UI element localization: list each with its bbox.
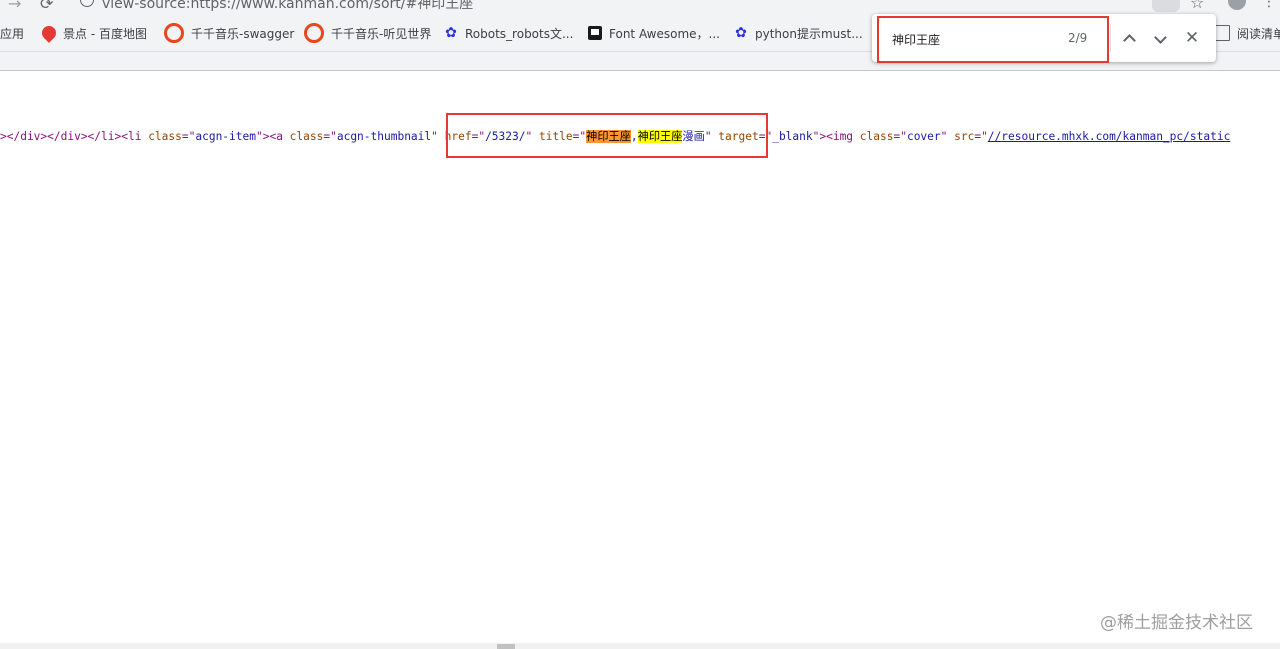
source-token: class — [289, 130, 324, 143]
qianqian-icon — [304, 23, 324, 43]
bookmark-label: 阅读清单 — [1237, 26, 1280, 41]
bookmark-reading-list[interactable]: 阅读清单 — [1214, 24, 1280, 42]
source-token: =" — [974, 130, 988, 143]
highlight-box-find — [877, 16, 1109, 63]
extension-button[interactable] — [1152, 0, 1180, 12]
source-token: src — [954, 130, 975, 143]
find-previous-button[interactable] — [1117, 26, 1141, 50]
bookmark-star-icon[interactable]: ☆ — [1190, 0, 1204, 12]
bookmark-qianqian-home[interactable]: 千千音乐-听见世界 — [304, 23, 432, 43]
source-token: acgn-item — [195, 130, 256, 143]
source-token: acgn-thumbnail — [336, 130, 432, 143]
bookmark-font-awesome[interactable]: Font Awesome，... — [588, 24, 720, 42]
source-token: class — [148, 130, 182, 143]
map-pin-icon — [39, 23, 59, 43]
find-close-button[interactable]: ✕ — [1180, 26, 1204, 50]
flag-icon — [588, 26, 602, 40]
profile-avatar[interactable] — [1228, 0, 1246, 10]
baidu-paw-icon: ✿ — [445, 25, 457, 41]
bookmark-label: Font Awesome，... — [609, 26, 720, 41]
forward-icon[interactable]: → — [8, 0, 21, 13]
divider — [1110, 24, 1111, 52]
menu-icon[interactable]: ⋮ — [1262, 0, 1276, 10]
source-token: ></div></div></li><li — [0, 130, 149, 143]
source-token: cover — [906, 130, 941, 143]
source-token: _blank — [772, 130, 813, 143]
reading-list-icon — [1214, 25, 1230, 41]
bookmark-label: 千千音乐-听见世界 — [331, 26, 432, 41]
chevron-up-icon — [1122, 34, 1136, 47]
watermark: @稀土掘金技术社区 — [1100, 613, 1253, 633]
source-link[interactable]: //resource.mhxk.com/kanman_pc/static — [988, 130, 1230, 143]
source-token: "><a — [255, 130, 290, 143]
source-token: =" — [893, 130, 907, 143]
bookmark-label: 千千音乐-swagger — [191, 26, 295, 41]
browser-toolbar: → ⟳ view-source:https://www.kanman.com/s… — [0, 0, 1280, 14]
qianqian-icon — [164, 23, 184, 43]
bookmark-apps[interactable]: 应用 — [0, 24, 24, 42]
horizontal-scrollbar[interactable] — [0, 643, 1280, 649]
source-token: "><img — [812, 130, 860, 143]
source-token: " — [940, 130, 955, 143]
baidu-paw-icon: ✿ — [735, 25, 747, 41]
source-token: =" — [323, 130, 337, 143]
find-next-button[interactable] — [1148, 26, 1172, 50]
highlight-box-source — [446, 113, 768, 158]
scrollbar-thumb[interactable] — [497, 644, 515, 649]
source-token: " — [431, 130, 445, 143]
close-icon: ✕ — [1184, 28, 1200, 48]
bookmark-qianqian-swagger[interactable]: 千千音乐-swagger — [164, 23, 295, 43]
bookmark-label: Robots_robots文... — [465, 26, 574, 41]
chevron-down-icon — [1153, 31, 1167, 44]
bookmark-label: 应用 — [0, 26, 25, 41]
bookmark-baidu-map[interactable]: 景点 - 百度地图 — [39, 23, 147, 43]
bookmark-robots[interactable]: ✿ Robots_robots文... — [444, 24, 573, 42]
bookmark-label: python提示must... — [755, 26, 863, 41]
bookmark-python[interactable]: ✿ python提示must... — [734, 24, 863, 42]
bookmark-label: 景点 - 百度地图 — [63, 26, 147, 41]
source-token: =" — [181, 130, 196, 143]
source-token: class — [859, 130, 894, 143]
divider — [0, 70, 1280, 71]
url-text[interactable]: view-source:https://www.kanman.com/sort/… — [102, 0, 473, 13]
reload-icon[interactable]: ⟳ — [40, 0, 53, 13]
